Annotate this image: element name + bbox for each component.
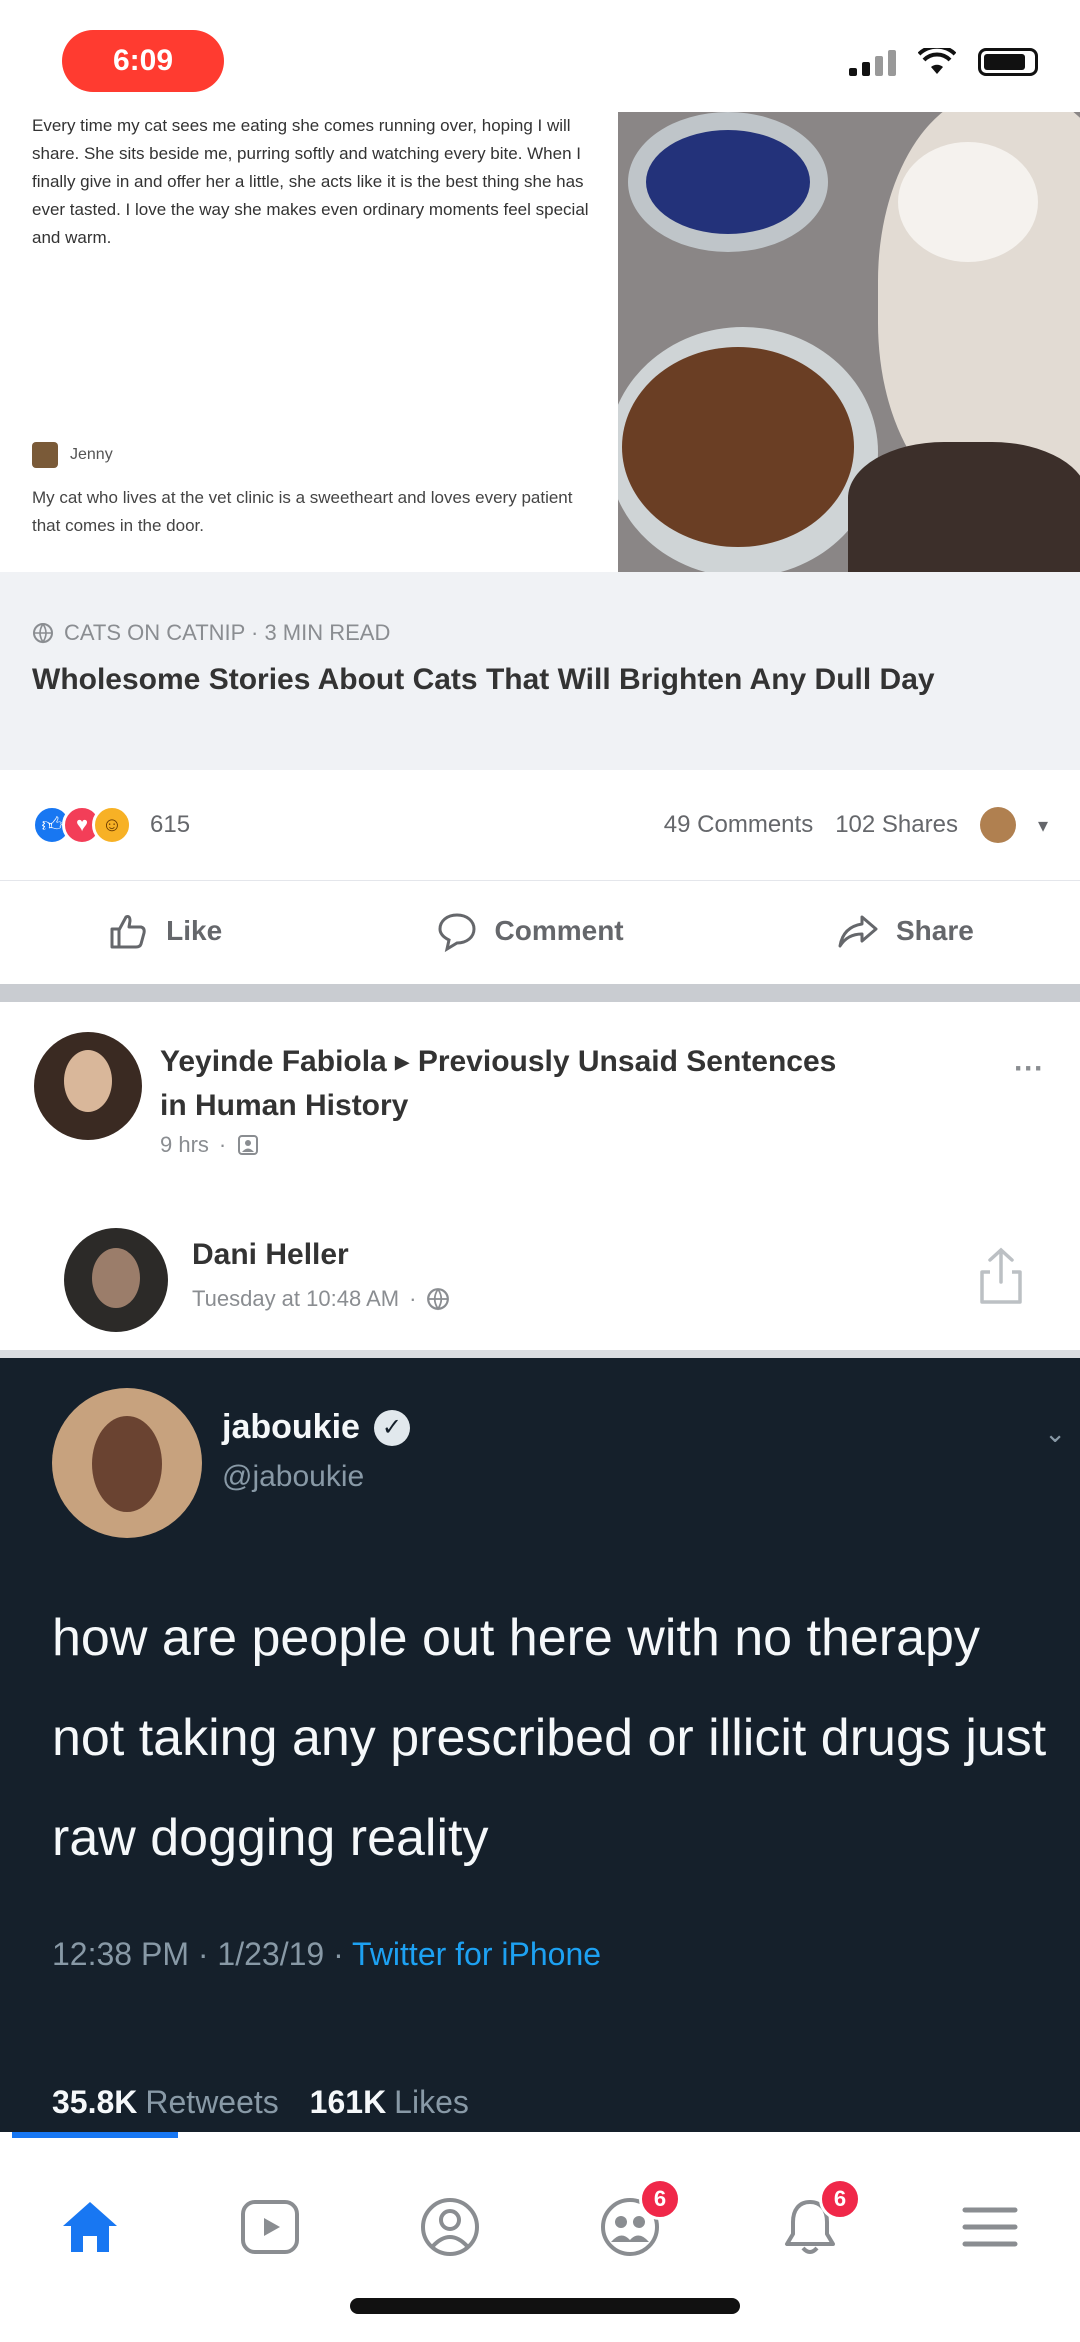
battery-icon [978, 48, 1038, 76]
cat-shadow [848, 442, 1080, 572]
article-snippet: Every time my cat sees me eating she com… [32, 116, 589, 247]
tweet-stats: 35.8K Retweets 161K Likes [52, 2084, 469, 2121]
link-domain-text: CATS ON CATNIP · 3 MIN READ [64, 620, 391, 645]
share-arrow-icon [838, 915, 878, 947]
dot-separator: · [218, 1132, 227, 1157]
tweet-timestamp: 12:38 PM · 1/23/19 · [52, 1936, 344, 1972]
post-meta: 9 hrs · [160, 1132, 260, 1158]
share-button[interactable]: Share [836, 909, 974, 953]
haha-reaction-icon: ☺ [92, 805, 132, 845]
bottom-tab-bar: 6 6 [0, 2132, 1080, 2342]
link-caption[interactable]: CATS ON CATNIP · 3 MIN READ Wholesome St… [0, 572, 1080, 770]
status-icons [849, 48, 1038, 76]
author-avatar [32, 442, 58, 468]
post-time[interactable]: 9 hrs [160, 1132, 209, 1158]
retweet-count: 35.8K [52, 2084, 138, 2120]
active-tab-indicator [12, 2132, 178, 2138]
engagement-stats: 49 Comments 102 Shares ▾ [664, 807, 1048, 843]
profile-icon [421, 2198, 479, 2256]
like-label: Like [166, 914, 223, 946]
status-time[interactable]: 6:09 [62, 30, 224, 92]
water-bowl [628, 112, 828, 252]
shared-author-avatar[interactable] [64, 1228, 168, 1332]
tab-home[interactable] [45, 2182, 135, 2272]
wifi-icon [918, 48, 956, 74]
tab-watch[interactable] [225, 2182, 315, 2272]
like-label: Likes [394, 2084, 469, 2120]
shared-post-time[interactable]: Tuesday at 10:48 AM [192, 1286, 399, 1312]
tweet-text: how are people out here with no therapy … [52, 1609, 1047, 1867]
arrow-icon: ▸ [394, 1045, 410, 1078]
share-label: Share [895, 914, 974, 946]
article-author: Jenny [32, 442, 113, 468]
tab-row: 6 6 [0, 2162, 1080, 2292]
share-icon[interactable] [976, 1246, 1026, 1306]
link-preview[interactable]: Every time my cat sees me eating she com… [0, 112, 1080, 706]
home-indicator[interactable] [350, 2298, 740, 2314]
globe-icon [33, 623, 53, 644]
like-count: 161K [309, 2084, 387, 2120]
verified-badge-icon: ✓ [373, 1409, 410, 1446]
tweet-name-row: jaboukie ✓ [222, 1408, 410, 1447]
groups-badge: 6 [639, 2178, 681, 2220]
shared-post-meta: Tuesday at 10:48 AM · [192, 1286, 450, 1312]
chevron-down-icon[interactable]: ▾ [1038, 813, 1048, 838]
post-more-button[interactable]: ··· [1014, 1052, 1044, 1086]
poster-avatar[interactable] [34, 1032, 142, 1140]
link-domain: CATS ON CATNIP · 3 MIN READ [32, 620, 1048, 646]
thumbs-up-icon [110, 914, 146, 948]
signal-icon [849, 48, 896, 76]
tweet-source: Twitter for iPhone [352, 1936, 602, 1972]
viewer-avatar[interactable] [979, 807, 1016, 843]
reactions-row: 👍︎ ♥ ☺ 615 49 Comments 102 Shares ▾ [0, 770, 1080, 880]
shared-post-header: Dani Heller Tuesday at 10:48 AM · [0, 1202, 1080, 1350]
like-button[interactable]: Like [106, 909, 222, 953]
post-header: Yeyinde Fabiola ▸ Previously Unsaid Senten… [0, 1002, 1080, 1202]
food-bowl [618, 327, 878, 572]
notifications-badge: 6 [819, 2178, 861, 2220]
comment-icon [438, 912, 476, 952]
comment-label: Comment [494, 914, 624, 946]
cat-photo [618, 112, 1080, 572]
tweet-avatar [52, 1388, 202, 1538]
shares-count[interactable]: 102 Shares [835, 811, 958, 839]
dot-separator: · [409, 1286, 417, 1311]
shared-separator [0, 1350, 1080, 1358]
facebook-feed-screen: 6:09 Every time my cat sees me eating sh… [0, 0, 1080, 2342]
retweet-label: Retweets [145, 2084, 279, 2120]
post-title-line: Yeyinde Fabiola ▸ Previously Unsaid Senten… [160, 1040, 840, 1128]
video-icon [241, 2200, 299, 2254]
article-snippet-2: My cat who lives at the vet clinic is a … [32, 488, 573, 535]
globe-icon [427, 1288, 450, 1311]
reaction-count[interactable]: 615 [150, 811, 190, 839]
comments-count[interactable]: 49 Comments [664, 811, 813, 839]
shared-author-name[interactable]: Dani Heller [192, 1238, 349, 1272]
group-privacy-icon [238, 1135, 259, 1155]
comment-button[interactable]: Comment [435, 909, 624, 953]
home-icon [63, 2202, 117, 2252]
tab-groups[interactable]: 6 [585, 2178, 681, 2272]
tweet-meta: 12:38 PM · 1/23/19 · Twitter for iPhone [52, 1936, 601, 1973]
feed-separator [0, 984, 1080, 1002]
tweet-handle: @jaboukie [222, 1460, 365, 1493]
poster-name[interactable]: Yeyinde Fabiola [160, 1045, 387, 1078]
post-actions: Like Comment Share [0, 880, 1080, 980]
author-name: Jenny [70, 446, 113, 463]
status-bar: 6:09 [0, 0, 1080, 120]
tweet-display-name: jaboukie [222, 1408, 360, 1446]
chevron-down-icon: ⌄ [1044, 1418, 1066, 1448]
tab-menu[interactable] [945, 2182, 1035, 2272]
tweet-screenshot[interactable]: jaboukie ✓ @jaboukie ⌄ how are people ou… [0, 1358, 1080, 2138]
tab-profile[interactable] [405, 2182, 495, 2272]
link-title[interactable]: Wholesome Stories About Cats That Will B… [32, 660, 992, 700]
tab-notifications[interactable]: 6 [765, 2178, 861, 2272]
menu-icon [962, 2207, 1018, 2247]
reaction-icons[interactable]: 👍︎ ♥ ☺ [32, 805, 132, 845]
